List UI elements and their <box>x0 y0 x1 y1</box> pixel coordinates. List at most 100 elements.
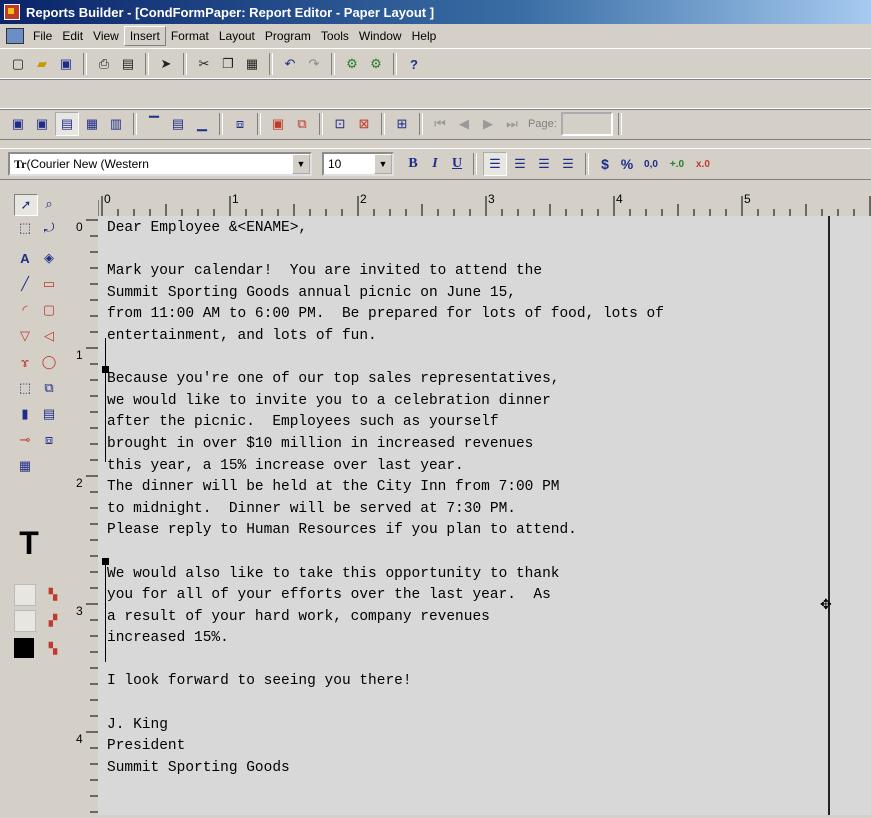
letter-line: after the picnic. Employees such as your… <box>107 414 499 431</box>
magnify-tool-icon[interactable]: ⌕ <box>38 194 60 214</box>
web-source-icon[interactable]: ▣ <box>31 113 53 135</box>
field-tool-icon[interactable]: ▤ <box>38 404 60 424</box>
flex-mode-icon[interactable]: ⧉ <box>291 113 313 135</box>
font-size-select[interactable]: 10 ▼ <box>322 152 394 176</box>
align-left-icon[interactable]: ☰ <box>483 152 507 176</box>
paper-design-icon[interactable]: ▦ <box>81 113 103 135</box>
right-margin-line[interactable] <box>828 216 830 815</box>
freehand-tool-icon[interactable]: ɤ <box>14 352 36 372</box>
italic-button[interactable]: I <box>424 156 446 172</box>
percent-button[interactable]: % <box>616 156 638 172</box>
header-section-icon[interactable]: ▔ <box>143 113 165 135</box>
rounded-rectangle-tool-icon[interactable]: ▢ <box>38 300 60 320</box>
fill-color-swatch[interactable] <box>14 584 36 606</box>
menu-file[interactable]: File <box>28 27 57 45</box>
menu-edit[interactable]: Edit <box>57 27 88 45</box>
menu-tools[interactable]: Tools <box>316 27 354 45</box>
data-model-icon[interactable]: ▣ <box>7 113 29 135</box>
reshape-tool-icon[interactable]: ◈ <box>38 248 60 268</box>
ellipse-tool-icon[interactable]: ◯ <box>38 352 60 372</box>
font-select[interactable]: Tr(Courier New (Western ▼ <box>8 152 312 176</box>
object-navigator-icon[interactable]: ⚙ <box>341 53 363 75</box>
last-page-icon[interactable]: ⏭ <box>501 113 523 135</box>
rotate-tool-icon[interactable]: ⤾ <box>38 218 60 238</box>
add-decimal-button[interactable]: +.0 <box>664 159 690 170</box>
vertical-ruler: 0 1 2 3 4 <box>72 200 99 815</box>
title-bar[interactable]: Reports Builder - [CondFormPaper: Report… <box>0 0 871 24</box>
bold-button[interactable]: B <box>402 156 424 172</box>
app-icon[interactable] <box>4 4 20 20</box>
underline-button[interactable]: U <box>446 156 468 172</box>
remove-decimal-button[interactable]: x.0 <box>690 159 716 170</box>
select-tool-icon[interactable]: ➚ <box>14 194 38 216</box>
commas-button[interactable]: 0,0 <box>638 159 664 170</box>
document-icon[interactable] <box>6 28 24 44</box>
currency-button[interactable]: $ <box>594 156 616 172</box>
print-icon[interactable]: ⎙ <box>93 53 115 75</box>
fill-color-icon[interactable]: ▚ <box>42 584 64 604</box>
repeating-frame-tool-icon[interactable]: ⧉ <box>38 378 60 398</box>
previous-page-icon[interactable]: ◀ <box>453 113 475 135</box>
next-page-icon[interactable]: ▶ <box>477 113 499 135</box>
separator <box>393 53 397 75</box>
confine-mode-icon[interactable]: ▣ <box>267 113 289 135</box>
first-page-icon[interactable]: ⏮ <box>429 113 451 135</box>
line-tool-icon[interactable]: ╱ <box>14 274 36 294</box>
button-tool-icon[interactable]: ⧈ <box>38 430 60 450</box>
main-section-icon[interactable]: ▤ <box>167 113 189 135</box>
arc-tool-icon[interactable]: ◜ <box>14 300 36 320</box>
chevron-down-icon[interactable]: ▼ <box>292 154 310 174</box>
align-center-icon[interactable]: ☰ <box>509 153 531 175</box>
chart-tool-icon[interactable]: ▮ <box>14 404 36 424</box>
property-inspector-icon[interactable]: ⚙ <box>365 53 387 75</box>
cut-icon[interactable]: ✂ <box>193 53 215 75</box>
copy-icon[interactable]: ❐ <box>217 53 239 75</box>
new-icon[interactable]: ▢ <box>7 53 29 75</box>
link-tool-icon[interactable]: ⊸ <box>14 430 36 450</box>
standard-toolbar: ▢ ▰ ▣ ⎙ ▤ ➤ ✂ ❐ ▦ ↶ ↷ ⚙ ⚙ ? <box>0 48 871 80</box>
text-color-icon[interactable]: ▚ <box>42 638 64 658</box>
align-justify-icon[interactable]: ☰ <box>557 153 579 175</box>
undo-icon[interactable]: ↶ <box>279 53 301 75</box>
rectangle-tool-icon[interactable]: ▭ <box>38 274 60 294</box>
menu-insert[interactable]: Insert <box>123 26 166 46</box>
line-color-swatch[interactable] <box>14 610 36 632</box>
text-tool-icon[interactable]: A <box>14 248 36 268</box>
margin-icon[interactable]: ⧈ <box>229 113 251 135</box>
select-children-icon[interactable]: ⊠ <box>353 113 375 135</box>
letter-line: J. King <box>107 716 168 733</box>
redo-icon[interactable]: ↷ <box>303 53 325 75</box>
menu-window[interactable]: Window <box>354 27 407 45</box>
polyline-tool-icon[interactable]: ▽ <box>14 326 36 346</box>
letter-line: to midnight. Dinner will be served at 7:… <box>107 500 516 517</box>
line-color-icon[interactable]: ▞ <box>42 610 64 630</box>
menu-help[interactable]: Help <box>407 27 442 45</box>
letter-body[interactable]: Dear Employee &<ENAME>, Mark your calenda… <box>107 218 827 779</box>
frame-select-tool-icon[interactable]: ⬚ <box>14 218 36 238</box>
select-parent-frame-icon[interactable]: ⊡ <box>329 113 351 135</box>
frame-tool-icon[interactable]: ⬚ <box>14 378 36 398</box>
align-right-icon[interactable]: ☰ <box>533 153 555 175</box>
menu-layout[interactable]: Layout <box>214 27 260 45</box>
help-icon[interactable]: ? <box>403 53 425 75</box>
letter-line <box>107 348 827 370</box>
menu-view[interactable]: View <box>88 27 124 45</box>
paste-icon[interactable]: ▦ <box>241 53 263 75</box>
trailer-section-icon[interactable]: ▁ <box>191 113 213 135</box>
letter-line: We would also like to take this opportun… <box>107 565 560 582</box>
refresh-data-icon[interactable]: ⊞ <box>391 113 413 135</box>
menu-format[interactable]: Format <box>166 27 214 45</box>
run-icon[interactable]: ➤ <box>155 53 177 75</box>
open-icon[interactable]: ▰ <box>31 53 53 75</box>
letter-line: President <box>107 738 186 755</box>
polygon-tool-icon[interactable]: ◁ <box>38 326 60 346</box>
paper-layout-icon[interactable]: ▤ <box>55 112 79 136</box>
page-setup-icon[interactable]: ▤ <box>117 53 139 75</box>
save-icon[interactable]: ▣ <box>55 53 77 75</box>
menu-program[interactable]: Program <box>260 27 316 45</box>
chevron-down-icon[interactable]: ▼ <box>374 154 392 174</box>
text-color-swatch[interactable] <box>14 638 34 658</box>
report-block-tool-icon[interactable]: ▦ <box>14 456 36 476</box>
parameter-form-icon[interactable]: ▥ <box>105 113 127 135</box>
page-number-input[interactable] <box>560 112 613 136</box>
